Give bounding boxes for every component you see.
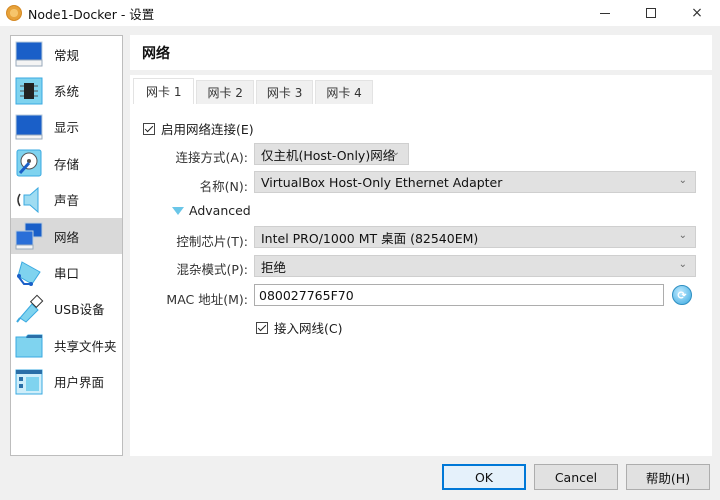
audio-speaker-icon xyxy=(17,186,39,213)
serial-port-icon xyxy=(17,260,41,286)
mac-address-value: 080027765F70 xyxy=(259,287,354,303)
name-label: 名称(N): xyxy=(199,179,248,194)
sidebar-label-shared-folders: 共享文件夹 xyxy=(54,338,117,354)
sidebar-label-usb: USB设备 xyxy=(54,302,105,318)
expand-triangle-icon xyxy=(172,206,184,215)
window-controls: × xyxy=(582,0,720,26)
system-chip-icon xyxy=(15,77,43,105)
usb-icon xyxy=(16,294,44,323)
sidebar-label-system: 系统 xyxy=(54,84,80,100)
maximize-button[interactable] xyxy=(628,0,674,26)
adapter-type-select[interactable]: Intel PRO/1000 MT 桌面 (82540EM) ⌄ xyxy=(254,226,696,248)
sidebar-label-audio: 声音 xyxy=(54,193,80,209)
tab-adapter-1[interactable]: 网卡 1 xyxy=(133,78,195,104)
sidebar-label-network: 网络 xyxy=(54,229,80,245)
minimize-icon xyxy=(600,12,610,14)
sidebar-label-display: 显示 xyxy=(54,120,80,136)
cable-connected-checkbox[interactable]: 接入网线(C) xyxy=(256,318,342,337)
ok-button[interactable]: OK xyxy=(442,464,526,490)
network-icon xyxy=(15,222,43,250)
sidebar-item-shared-folders[interactable]: 共享文件夹 xyxy=(11,327,122,363)
advanced-label: Advanced xyxy=(189,203,251,218)
promiscuous-mode-select[interactable]: 拒绝 ⌄ xyxy=(254,255,696,277)
user-interface-icon xyxy=(15,369,43,395)
advanced-toggle[interactable]: Advanced xyxy=(172,203,251,218)
help-button[interactable]: 帮助(H) xyxy=(626,464,710,490)
adapter-type-value: Intel PRO/1000 MT 桌面 (82540EM) xyxy=(261,230,479,246)
sidebar-label-general: 常规 xyxy=(54,47,80,63)
checkbox-checked-icon xyxy=(256,321,268,334)
sidebar-label-serial: 串口 xyxy=(54,266,80,282)
shared-folder-icon xyxy=(15,334,43,358)
display-monitor-icon xyxy=(15,114,43,140)
sidebar-item-user-interface[interactable]: 用户界面 xyxy=(11,364,122,400)
generate-mac-button[interactable]: ⟳ xyxy=(672,285,692,305)
page-title: 网络 xyxy=(130,35,712,75)
sidebar-label-storage: 存储 xyxy=(54,156,80,172)
refresh-icon: ⟳ xyxy=(677,288,687,302)
title-bar: Node1-Docker - 设置 × xyxy=(0,0,720,26)
adapter-name-value: VirtualBox Host-Only Ethernet Adapter xyxy=(261,174,503,190)
attached-to-value: 仅主机(Host-Only)网络 xyxy=(261,147,396,163)
sidebar-item-audio[interactable]: 声音 xyxy=(11,182,122,218)
sidebar-item-usb[interactable]: USB设备 xyxy=(11,291,122,327)
checkbox-checked-icon xyxy=(143,122,155,135)
general-monitor-icon xyxy=(15,41,43,67)
attached-to-label: 连接方式(A): xyxy=(175,150,248,165)
cancel-button[interactable]: Cancel xyxy=(534,464,618,490)
mac-address-input[interactable]: 080027765F70 xyxy=(254,284,664,306)
cable-connected-label: 接入网线(C) xyxy=(274,321,343,336)
network-settings-panel: 网络 网卡 1 网卡 2 网卡 3 网卡 4 启用网络连接(E) 连接方式(A)… xyxy=(130,35,712,456)
tab-adapter-3[interactable]: 网卡 3 xyxy=(255,80,314,104)
sidebar-item-storage[interactable]: 存储 xyxy=(11,145,122,181)
mac-address-label: MAC 地址(M): xyxy=(166,292,248,307)
enable-adapter-checkbox[interactable]: 启用网络连接(E) xyxy=(143,119,254,138)
tab-adapter-2[interactable]: 网卡 2 xyxy=(196,80,254,104)
chevron-down-icon: ⌄ xyxy=(391,147,400,158)
storage-disk-icon xyxy=(16,149,42,177)
sidebar-item-display[interactable]: 显示 xyxy=(11,109,122,145)
sidebar-label-user-interface: 用户界面 xyxy=(54,375,105,391)
attached-to-select[interactable]: 仅主机(Host-Only)网络 ⌄ xyxy=(254,143,409,165)
window-title: Node1-Docker - 设置 xyxy=(28,6,155,22)
chevron-down-icon: ⌄ xyxy=(678,175,687,186)
adapter-tabs: 网卡 1 网卡 2 网卡 3 网卡 4 xyxy=(133,78,375,104)
sidebar-item-system[interactable]: 系统 xyxy=(11,72,122,108)
promiscuous-mode-label: 混杂模式(P): xyxy=(176,262,248,277)
chevron-down-icon: ⌄ xyxy=(678,259,687,270)
adapter-type-label: 控制芯片(T): xyxy=(176,234,248,249)
sidebar-item-network[interactable]: 网络 xyxy=(11,217,122,255)
adapter-name-select[interactable]: VirtualBox Host-Only Ethernet Adapter ⌄ xyxy=(254,171,696,193)
enable-adapter-label: 启用网络连接(E) xyxy=(161,122,254,137)
minimize-button[interactable] xyxy=(582,0,628,26)
tab-adapter-4[interactable]: 网卡 4 xyxy=(315,80,373,104)
close-button[interactable]: × xyxy=(674,0,720,26)
sidebar-item-serial[interactable]: 串口 xyxy=(11,254,122,290)
close-icon: × xyxy=(691,5,703,21)
chevron-down-icon: ⌄ xyxy=(678,230,687,241)
maximize-icon xyxy=(646,8,656,18)
virtualbox-app-icon xyxy=(6,5,22,21)
settings-sidebar: 常规 系统 显示 存储 声音 网络 串口 USB设备 共享文件夹 用户界面 xyxy=(10,35,123,456)
sidebar-item-general[interactable]: 常规 xyxy=(11,36,122,72)
promiscuous-mode-value: 拒绝 xyxy=(261,259,287,275)
